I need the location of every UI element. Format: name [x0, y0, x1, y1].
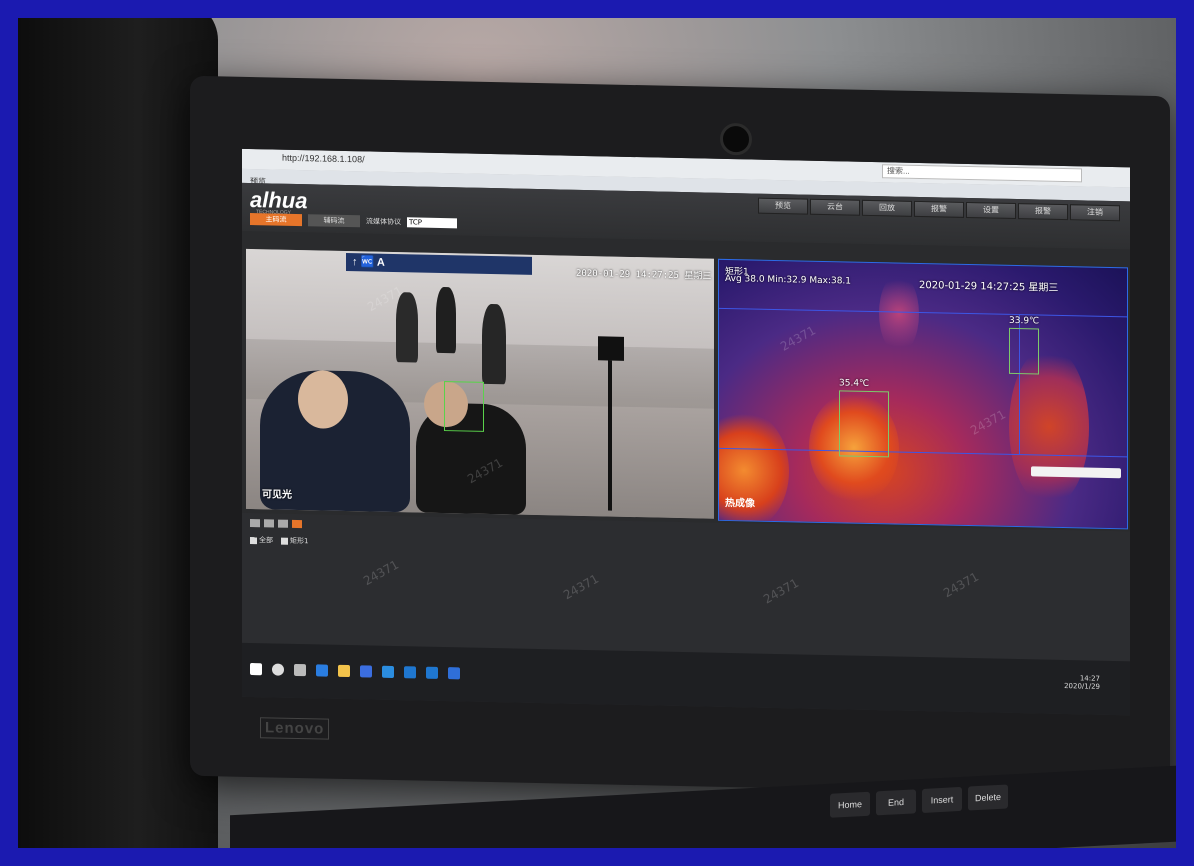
photo-scene: http://192.168.1.108/ 搜索... 预览 alhua TEC… [0, 0, 1194, 866]
control-panel: 全部 矩形1 24371 24371 24371 24371 [242, 512, 1130, 662]
person [482, 303, 506, 385]
watermark: 24371 [778, 323, 819, 354]
nav-alarm-2[interactable]: 报警 [1018, 203, 1068, 221]
heat-blob [879, 273, 919, 355]
app-icon[interactable] [448, 667, 460, 680]
ie-icon[interactable] [382, 665, 394, 679]
store-icon[interactable] [360, 665, 372, 678]
folder-icon[interactable] [338, 664, 350, 678]
watermark: 24371 [968, 407, 1009, 438]
watermark: 24371 [941, 569, 982, 601]
thermal-camera [598, 336, 624, 361]
video-tools [250, 518, 302, 529]
visible-light-video[interactable]: ↑ 🚾 A 2020-01-29 14:27:25 星期三 可见光 24371 … [246, 248, 714, 519]
key-delete[interactable]: Delete [968, 784, 1008, 811]
visible-label: 可见光 [262, 489, 292, 501]
search-input[interactable]: 搜索... [882, 164, 1082, 183]
key-home[interactable]: Home [830, 791, 870, 818]
check-all[interactable]: 全部 [250, 535, 273, 545]
nav-ptz[interactable]: 云台 [810, 198, 860, 216]
laptop: http://192.168.1.108/ 搜索... 预览 alhua TEC… [190, 75, 1170, 797]
temp-measure-box [1009, 327, 1039, 375]
snapshot-icon[interactable] [250, 518, 260, 528]
watermark: 24371 [561, 571, 602, 603]
protocol-label: 流媒体协议 [366, 217, 401, 227]
zoom-icon[interactable] [278, 519, 288, 528]
thermal-toolbar[interactable] [1031, 466, 1121, 479]
temp-measure-box [839, 390, 889, 458]
url-text[interactable]: http://192.168.1.108/ [282, 153, 365, 165]
check-rect[interactable]: 矩形1 [281, 536, 308, 547]
face-detect-box [444, 381, 484, 432]
sub-stream-button[interactable]: 辅码流 [308, 214, 360, 228]
nav-settings[interactable]: 设置 [966, 201, 1016, 220]
watermark: 24371 [361, 557, 402, 589]
chair-back [18, 0, 218, 866]
nav-preview[interactable]: 预览 [758, 197, 808, 215]
temp-main: 35.4℃ [839, 378, 870, 389]
key-end[interactable]: End [876, 789, 916, 816]
search-icon[interactable] [272, 663, 284, 676]
person [396, 292, 418, 363]
laptop-brand: Lenovo [260, 717, 330, 740]
nav-playback[interactable]: 回放 [862, 199, 912, 217]
task-view-icon[interactable] [294, 663, 306, 677]
taskbar-icons [250, 662, 460, 680]
thermal-video[interactable]: 矩形1 Avg 38.0 Min:32.9 Max:38.1 2020-01-2… [718, 258, 1128, 530]
main-nav: 预览 云台 回放 报警 设置 报警 注销 [758, 197, 1120, 222]
face [298, 369, 348, 430]
person [436, 286, 456, 354]
rule-checks: 全部 矩形1 [250, 535, 308, 546]
stream-controls: 主码流 辅码流 流媒体协议 TCP [250, 212, 457, 229]
key-insert[interactable]: Insert [922, 786, 962, 813]
record-icon[interactable] [264, 519, 274, 528]
watermark: 24371 [761, 575, 802, 607]
heat-blob [718, 409, 789, 530]
nav-alarm[interactable]: 报警 [914, 200, 964, 218]
app-icon[interactable] [404, 666, 416, 679]
laptop-screen: http://192.168.1.108/ 搜索... 预览 alhua TEC… [242, 148, 1130, 716]
webcam-icon [720, 122, 752, 156]
thermal-timestamp: 2020-01-29 14:27:25 星期三 [919, 280, 1059, 294]
thermal-label: 热成像 [725, 497, 755, 510]
roi-line [719, 307, 1127, 318]
thermal-tool-icon[interactable] [292, 519, 302, 529]
nav-logout[interactable]: 注销 [1070, 204, 1120, 222]
edge-icon[interactable] [316, 664, 328, 677]
tripod-leg [608, 360, 612, 511]
system-clock[interactable]: 14:27 2020/1/29 [1064, 674, 1100, 690]
start-icon[interactable] [250, 662, 262, 676]
temperature-stats: Avg 38.0 Min:32.9 Max:38.1 [725, 273, 852, 287]
protocol-select[interactable]: TCP [407, 217, 457, 229]
temp-side: 33.9℃ [1009, 315, 1040, 327]
main-stream-button[interactable]: 主码流 [250, 212, 302, 227]
app-icon[interactable] [426, 666, 438, 679]
